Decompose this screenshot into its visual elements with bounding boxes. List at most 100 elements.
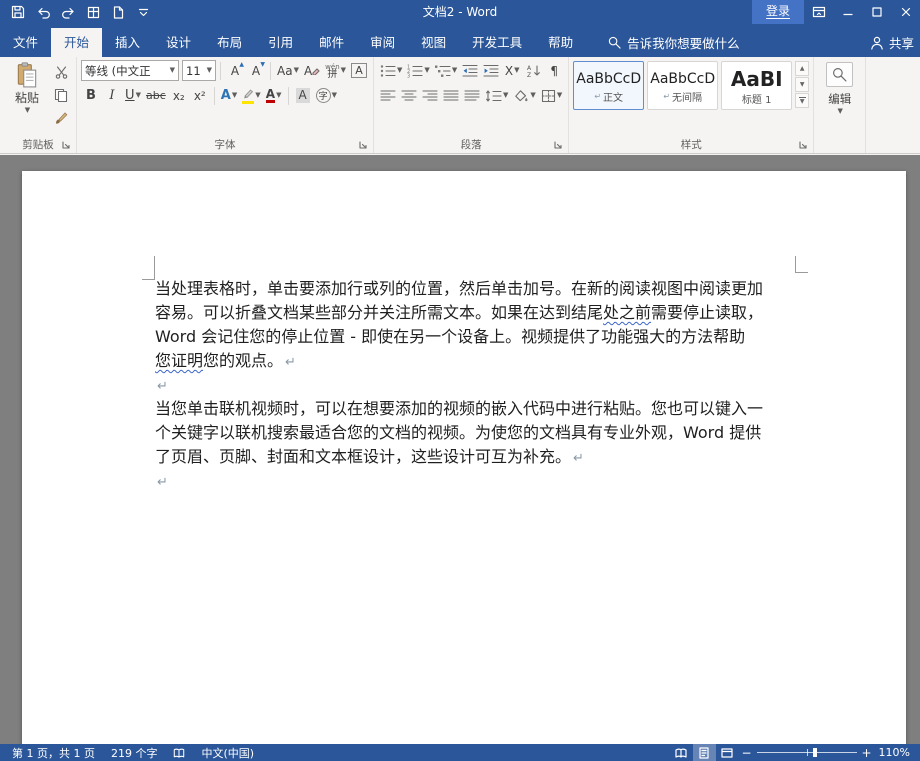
redo-button[interactable] [56,0,80,24]
zoom-in-button[interactable]: + [859,744,875,761]
highlighter-pen-icon [242,88,254,99]
tellme-search[interactable]: 告诉我你想要做什么 [600,28,748,57]
asian-layout-button[interactable]: X▼ [502,61,522,81]
distribute-button[interactable] [462,86,482,106]
shrink-font-button[interactable]: A▼ [246,61,266,81]
paragraph-mark: ↵ [157,379,168,394]
cut-button[interactable] [51,62,71,82]
italic-button[interactable]: I [102,86,122,106]
qat-customize-button[interactable] [131,0,155,24]
paragraph-dialog-launcher[interactable] [551,138,564,151]
tab-references[interactable]: 引用 [255,28,306,57]
justify-button[interactable] [441,86,461,106]
style-scroll-down-button[interactable]: ▼ [795,77,809,92]
tab-insert[interactable]: 插入 [102,28,153,57]
redo-icon [61,5,76,19]
font-size-combo[interactable]: 11▼ [182,60,216,81]
distribute-icon [464,89,480,103]
grow-font-button[interactable]: A▲ [225,61,245,81]
underline-button[interactable]: U▼ [123,86,143,106]
style-heading-1[interactable]: AaBI 标题 1 [721,61,792,110]
decrease-indent-button[interactable] [460,61,480,81]
maximize-button[interactable] [862,0,891,24]
line-spacing-button[interactable]: ▼ [483,86,510,106]
paste-button[interactable]: 粘贴 ▼ [4,59,50,117]
text-highlight-button[interactable]: ▼ [240,86,262,106]
save-button[interactable] [6,0,30,24]
ribbon-display-options-button[interactable] [804,0,833,24]
zoom-level[interactable]: 110% [875,746,916,759]
increase-indent-button[interactable] [481,61,501,81]
multilevel-list-button[interactable]: ▼ [433,61,459,81]
document-text[interactable]: 当处理表格时，单击要添加行或列的位置，然后单击加号。在新的阅读视图中阅读更加 容… [155,277,799,493]
read-mode-button[interactable] [670,744,693,761]
style-gallery: AaBbCcD ↵正文 AaBbCcD ↵无间隔 AaBI 标题 1 [573,59,792,112]
superscript-button[interactable]: x² [190,86,210,106]
word-count[interactable]: 219 个字 [103,744,166,761]
style-gallery-more-button[interactable]: ▼ [795,93,809,108]
zoom-slider[interactable] [757,744,857,761]
font-name-combo[interactable]: 等线 (中文正▼ [81,60,179,81]
increase-indent-icon [483,64,499,78]
character-border-button[interactable]: A [349,61,369,81]
tab-file[interactable]: 文件 [0,28,51,57]
sort-icon: AZ [526,64,541,78]
zoom-slider-thumb[interactable] [813,748,817,757]
signin-button[interactable]: 登录 [752,0,804,24]
zoom-out-button[interactable]: − [739,744,755,761]
style-no-spacing[interactable]: AaBbCcD ↵无间隔 [647,61,718,110]
undo-button[interactable] [31,0,55,24]
format-painter-button[interactable] [51,108,71,128]
font-dialog-launcher[interactable] [356,138,369,151]
tab-design[interactable]: 设计 [153,28,204,57]
shading-button[interactable]: ▼ [511,86,537,106]
language-indicator[interactable]: 中文(中国) [193,744,262,761]
borders-button[interactable]: ▼ [539,86,564,106]
proofing-status[interactable] [165,744,193,761]
page-indicator[interactable]: 第 1 页，共 1 页 [4,744,103,761]
bold-button[interactable]: B [81,86,101,106]
tab-developer[interactable]: 开发工具 [459,28,535,57]
qat-extra-2-button[interactable] [106,0,130,24]
close-button[interactable] [891,0,920,24]
align-right-button[interactable] [420,86,440,106]
tab-help[interactable]: 帮助 [535,28,586,57]
tab-mailings[interactable]: 邮件 [306,28,357,57]
numbered-list-button[interactable]: 123 ▼ [405,61,431,81]
share-button[interactable]: 共享 [860,28,920,57]
minimize-button[interactable] [833,0,862,24]
tab-review[interactable]: 审阅 [357,28,408,57]
bullet-list-button[interactable]: ▼ [378,61,404,81]
change-case-button[interactable]: Aa▼ [275,61,301,81]
editing-menu-button[interactable]: 编辑 ▼ [828,91,851,115]
statusbar: 第 1 页，共 1 页 219 个字 中文(中国) − + 110% [0,744,920,761]
style-scroll-up-button[interactable]: ▲ [795,61,809,76]
align-left-icon [380,89,396,103]
align-center-button[interactable] [399,86,419,106]
print-layout-button[interactable] [693,744,716,761]
enclose-characters-button[interactable]: 字▼ [314,86,339,106]
tab-view[interactable]: 视图 [408,28,459,57]
font-color-button[interactable]: A▼ [264,86,284,106]
copy-button[interactable] [51,85,71,105]
align-left-button[interactable] [378,86,398,106]
sort-button[interactable]: AZ [523,61,543,81]
find-button[interactable] [826,62,853,87]
phonetic-guide-button[interactable]: wén拼 ▼ [323,61,348,81]
text-effects-button[interactable]: A▼ [219,86,239,106]
clipboard-dialog-launcher[interactable] [59,138,72,151]
styles-dialog-launcher[interactable] [796,138,809,151]
tab-home[interactable]: 开始 [51,28,102,57]
character-shading-button[interactable]: A [293,86,313,106]
qat-extra-1-button[interactable] [81,0,105,24]
show-formatting-marks-button[interactable]: ¶ [544,61,564,81]
style-normal[interactable]: AaBbCcD ↵正文 [573,61,644,110]
strikethrough-button[interactable]: abc [144,86,168,106]
clear-formatting-button[interactable]: A [302,61,322,81]
tab-layout[interactable]: 布局 [204,28,255,57]
document-page[interactable]: 当处理表格时，单击要添加行或列的位置，然后单击加号。在新的阅读视图中阅读更加 容… [22,171,906,744]
web-layout-button[interactable] [716,744,739,761]
subscript-button[interactable]: x₂ [169,86,189,106]
text-line: 个关键字以联机搜索最适合您的文档的视频。为使您的文档具有专业外观，Word 提供 [155,421,799,445]
document-area: 当处理表格时，单击要添加行或列的位置，然后单击加号。在新的阅读视图中阅读更加 容… [0,155,920,744]
